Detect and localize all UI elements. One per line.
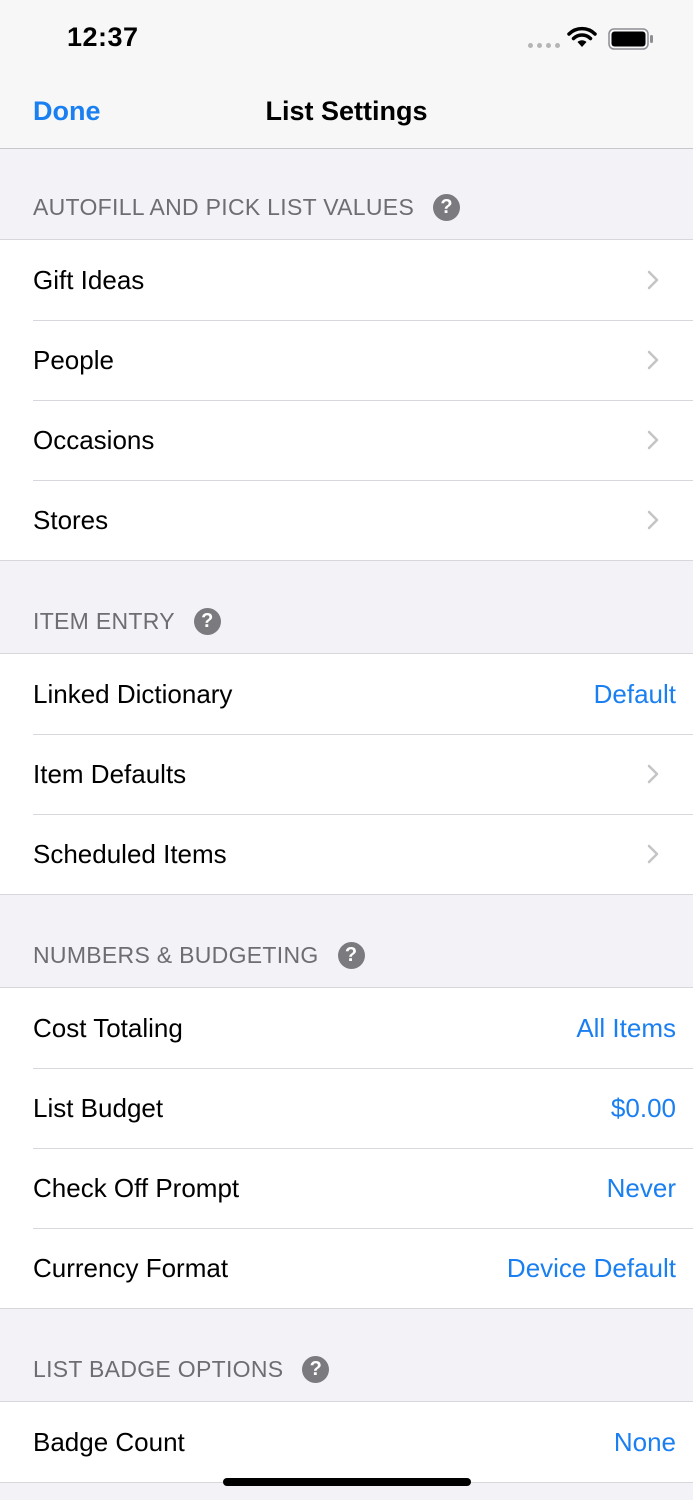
status-bar: 12:37: [0, 0, 693, 76]
row-stores[interactable]: Stores: [0, 480, 693, 560]
wifi-icon: [567, 26, 597, 47]
section-group-item-entry: Linked Dictionary Default Item Defaults …: [0, 653, 693, 895]
chevron-right-icon: [647, 430, 659, 450]
row-people[interactable]: People: [0, 320, 693, 400]
row-label: Gift Ideas: [33, 264, 145, 295]
section-header-list-badge: LIST BADGE OPTIONS ?: [0, 1309, 693, 1401]
help-icon[interactable]: ?: [433, 194, 461, 221]
section-group-autofill: Gift Ideas People Occasions Stores: [0, 239, 693, 561]
row-label: Currency Format: [33, 1252, 229, 1283]
section-header-numbers-budgeting: NUMBERS & BUDGETING ?: [0, 895, 693, 987]
cellular-signal-icon: [528, 40, 562, 48]
row-value: Default: [593, 678, 676, 709]
help-icon[interactable]: ?: [302, 1356, 330, 1383]
settings-list: AUTOFILL AND PICK LIST VALUES ? Gift Ide…: [0, 149, 693, 1483]
status-time: 12:37: [67, 22, 139, 52]
row-value: All Items: [576, 1012, 676, 1043]
row-gift-ideas[interactable]: Gift Ideas: [0, 240, 693, 320]
section-header-label: NUMBERS & BUDGETING: [33, 942, 319, 968]
section-header-item-entry: ITEM ENTRY ?: [0, 561, 693, 653]
row-label: Check Off Prompt: [33, 1172, 240, 1203]
section-header-label: AUTOFILL AND PICK LIST VALUES: [33, 194, 415, 220]
row-label: Cost Totaling: [33, 1012, 183, 1043]
row-scheduled-items[interactable]: Scheduled Items: [0, 814, 693, 894]
help-icon[interactable]: ?: [193, 608, 221, 635]
section-header-label: LIST BADGE OPTIONS: [33, 1356, 284, 1382]
row-label: Scheduled Items: [33, 838, 227, 869]
row-occasions[interactable]: Occasions: [0, 400, 693, 480]
row-currency-format[interactable]: Currency Format Device Default: [0, 1228, 693, 1308]
section-header-label: ITEM ENTRY: [33, 608, 175, 634]
battery-icon: [608, 28, 653, 50]
section-group-numbers-budgeting: Cost Totaling All Items List Budget $0.0…: [0, 987, 693, 1309]
row-value: $0.00: [610, 1092, 676, 1123]
page-title: List Settings: [265, 96, 428, 126]
row-label: Linked Dictionary: [33, 678, 233, 709]
row-value: None: [613, 1426, 676, 1457]
chevron-right-icon: [647, 510, 659, 530]
row-linked-dictionary[interactable]: Linked Dictionary Default: [0, 654, 693, 734]
chevron-right-icon: [647, 270, 659, 290]
row-label: Stores: [33, 504, 109, 535]
row-value: Never: [606, 1172, 676, 1203]
row-label: People: [33, 344, 114, 375]
help-icon[interactable]: ?: [337, 942, 365, 969]
section-header-autofill: AUTOFILL AND PICK LIST VALUES ?: [0, 149, 693, 239]
row-list-budget[interactable]: List Budget $0.00: [0, 1068, 693, 1148]
row-check-off-prompt[interactable]: Check Off Prompt Never: [0, 1148, 693, 1228]
section-group-list-badge: Badge Count None: [0, 1401, 693, 1483]
chevron-right-icon: [647, 764, 659, 784]
chevron-right-icon: [647, 844, 659, 864]
row-item-defaults[interactable]: Item Defaults: [0, 734, 693, 814]
row-label: Occasions: [33, 424, 155, 455]
row-label: Item Defaults: [33, 758, 187, 789]
row-label: Badge Count: [33, 1426, 185, 1457]
row-cost-totaling[interactable]: Cost Totaling All Items: [0, 988, 693, 1068]
navigation-bar: Done List Settings: [0, 76, 693, 149]
home-indicator[interactable]: [223, 1478, 471, 1486]
chevron-right-icon: [647, 350, 659, 370]
row-badge-count[interactable]: Badge Count None: [0, 1402, 693, 1482]
row-label: List Budget: [33, 1092, 164, 1123]
row-value: Device Default: [506, 1252, 676, 1283]
